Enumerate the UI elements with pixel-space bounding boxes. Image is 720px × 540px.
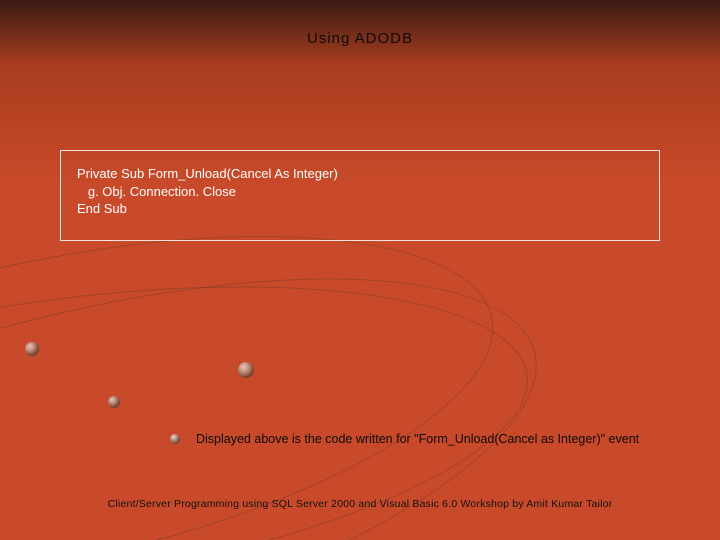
- decorative-node-icon: [108, 396, 120, 408]
- bullet-row: Displayed above is the code written for …: [170, 432, 639, 446]
- code-line: End Sub: [77, 200, 643, 218]
- decorative-node-icon: [25, 342, 39, 356]
- decorative-orbit: [0, 235, 547, 540]
- code-line: g. Obj. Connection. Close: [77, 183, 643, 201]
- code-box: Private Sub Form_Unload(Cancel As Intege…: [60, 150, 660, 241]
- decorative-orbit: [0, 196, 577, 540]
- bullet-icon: [170, 434, 180, 444]
- decorative-node-icon: [238, 362, 254, 378]
- bullet-text: Displayed above is the code written for …: [196, 432, 639, 446]
- code-line: Private Sub Form_Unload(Cancel As Intege…: [77, 165, 643, 183]
- slide: Using ADODB Private Sub Form_Unload(Canc…: [0, 0, 720, 540]
- slide-footer: Client/Server Programming using SQL Serv…: [0, 498, 720, 510]
- slide-title: Using ADODB: [0, 30, 720, 47]
